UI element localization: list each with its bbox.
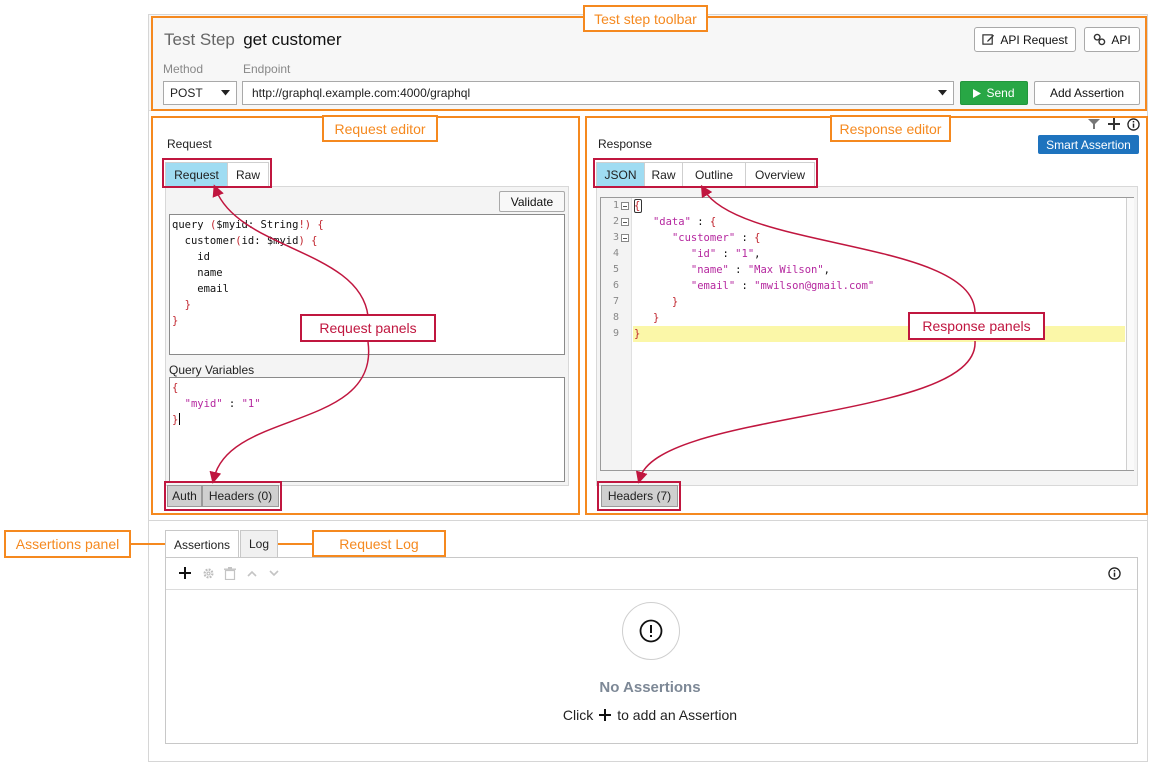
arrow-response-down: [635, 340, 976, 484]
arrow-request-down: [209, 341, 370, 484]
arrow-request-up: [212, 184, 369, 317]
annotation-arrows: [131, 184, 976, 545]
label-assertions-panel: Assertions panel: [4, 530, 131, 558]
label-request-panels: Request panels: [300, 314, 436, 342]
label-response-panels: Response panels: [908, 312, 1045, 340]
arrow-response-up: [700, 184, 976, 314]
label-request-log: Request Log: [312, 530, 446, 557]
